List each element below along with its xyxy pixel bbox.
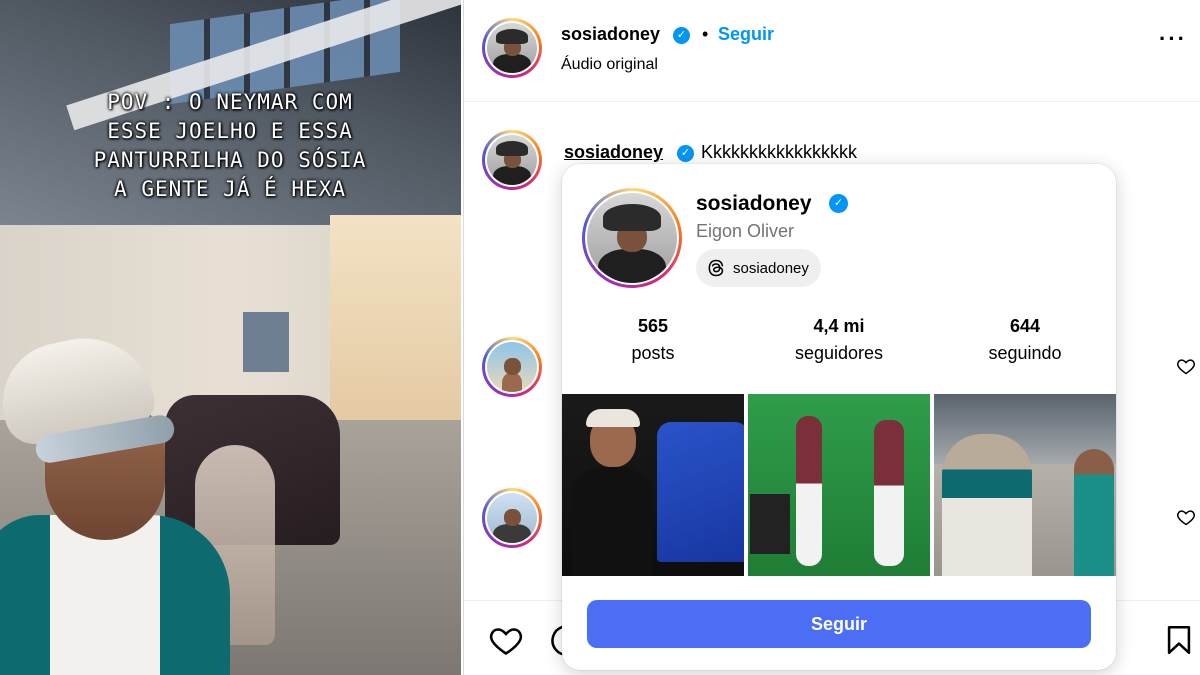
video-main-person (0, 325, 240, 675)
verified-badge-icon: ✓ (673, 27, 690, 44)
header-divider (464, 101, 1200, 102)
save-bookmark-icon[interactable] (1162, 622, 1196, 658)
stat-label: seguindo (988, 343, 1062, 363)
stat-value: 4,4 mi (813, 316, 865, 336)
reel-video[interactable]: POV : O NEYMAR COM ESSE JOELHO E ESSA PA… (0, 0, 461, 675)
comment-avatar[interactable] (482, 130, 542, 190)
video-shop (330, 215, 461, 430)
overlay-line: ESSE JOELHO E ESSA (107, 119, 353, 143)
header-separator: • (702, 24, 709, 44)
verified-badge-icon: ✓ (677, 145, 694, 162)
post-thumbnail[interactable] (934, 394, 1116, 576)
threads-profile-link[interactable]: sosiadoney (696, 249, 821, 287)
comment-text: Kkkkkkkkkkkkkkkkk (701, 142, 858, 162)
post-thumbnail[interactable] (748, 394, 930, 576)
comment-avatar[interactable] (482, 488, 542, 548)
header-avatar[interactable] (482, 18, 542, 78)
header-follow-button[interactable]: Seguir (718, 24, 774, 45)
comment-like-icon[interactable] (1176, 507, 1196, 527)
stat-following[interactable]: 644 seguindo (945, 316, 1105, 364)
card-avatar[interactable] (582, 188, 682, 288)
stat-value: 565 (637, 316, 669, 336)
comment-username[interactable]: sosiadoney (564, 142, 663, 163)
like-icon[interactable] (488, 622, 524, 658)
stat-label: seguidores (794, 343, 884, 363)
header-username[interactable]: sosiadoney (561, 24, 660, 45)
video-poster (243, 312, 289, 372)
threads-icon (708, 259, 724, 277)
card-follow-button[interactable]: Seguir (587, 600, 1091, 648)
card-username[interactable]: sosiadoney (696, 192, 812, 216)
audio-label[interactable]: Áudio original (561, 56, 658, 74)
threads-handle: sosiadoney (733, 259, 809, 277)
post-thumbnail[interactable] (562, 394, 744, 576)
comment-avatar[interactable] (482, 337, 542, 397)
more-options-icon[interactable]: ··· (1159, 28, 1187, 50)
stat-followers[interactable]: 4,4 mi seguidores (759, 316, 919, 364)
stat-label: posts (631, 343, 675, 363)
card-full-name: Eigon Oliver (696, 221, 795, 241)
video-caption-overlay: POV : O NEYMAR COM ESSE JOELHO E ESSA PA… (40, 88, 420, 204)
overlay-line: PANTURRILHA DO SÓSIA (93, 148, 367, 172)
overlay-line: A GENTE JÁ É HEXA (114, 177, 346, 201)
verified-badge-icon: ✓ (829, 194, 848, 213)
stat-posts[interactable]: 565 posts (573, 316, 733, 364)
overlay-line: POV : O NEYMAR COM (107, 90, 353, 114)
stat-value: 644 (1009, 316, 1041, 336)
comment-like-icon[interactable] (1176, 356, 1196, 376)
profile-hover-card: sosiadoney ✓ Eigon Oliver sosiadoney 565… (562, 164, 1116, 670)
